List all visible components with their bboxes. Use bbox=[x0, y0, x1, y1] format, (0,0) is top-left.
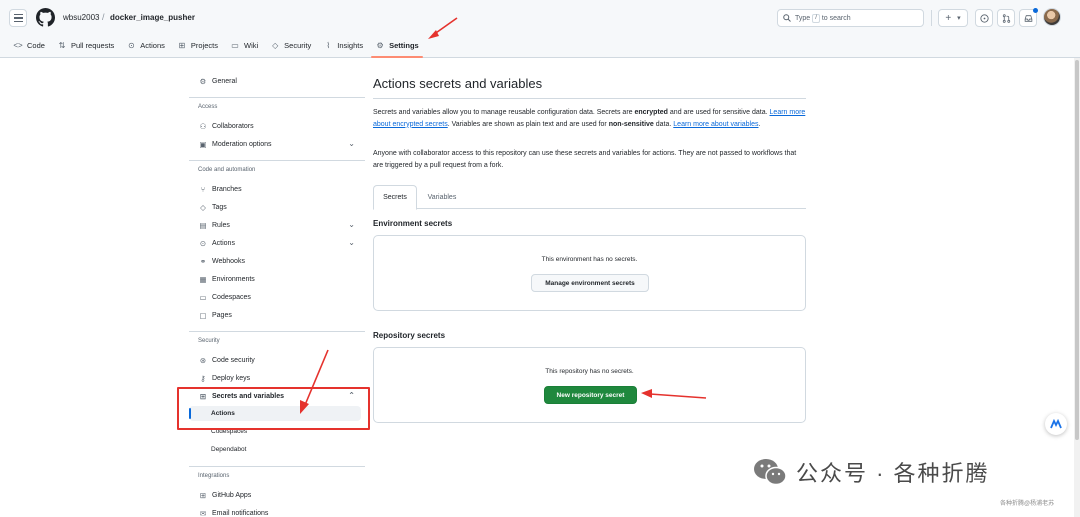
arrow-to-new-secret bbox=[641, 389, 707, 399]
annotation-arrows bbox=[300, 17, 707, 414]
arrow-to-settings bbox=[428, 17, 458, 39]
arrow-to-actions bbox=[300, 349, 329, 414]
watermark-credit: 各种折腾@杨浦老苏 bbox=[1000, 501, 1055, 507]
floating-assistant-button[interactable] bbox=[1045, 413, 1067, 435]
wechat-icon bbox=[754, 459, 787, 486]
watermark-text: 公众号 · 各种折腾 bbox=[796, 461, 990, 486]
logo-icon bbox=[1050, 419, 1062, 429]
scrollbar-thumb[interactable] bbox=[1075, 60, 1079, 440]
watermark: 公众号 · 各种折腾 bbox=[752, 456, 990, 488]
